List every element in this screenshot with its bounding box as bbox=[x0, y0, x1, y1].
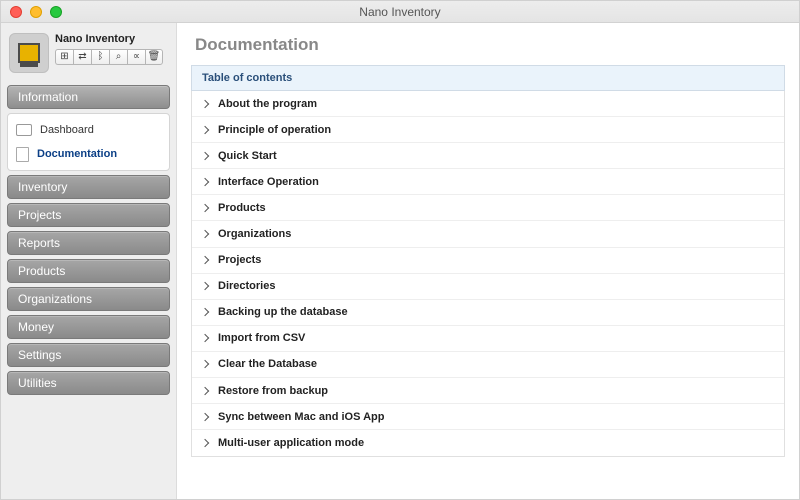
toc-label: Backing up the database bbox=[218, 306, 348, 318]
chevron-right-icon bbox=[201, 439, 209, 447]
toc-row[interactable]: About the program bbox=[192, 91, 784, 117]
chevron-right-icon bbox=[201, 282, 209, 290]
chevron-right-icon bbox=[201, 99, 209, 107]
app-body: Nano Inventory ⊞ ⇄ ᛒ ⌕ ∝ 🗑 Information Da… bbox=[1, 23, 799, 499]
search-icon[interactable]: ⌕ bbox=[109, 49, 127, 65]
toc-label: Sync between Mac and iOS App bbox=[218, 411, 384, 423]
toc-list: About the program Principle of operation Q… bbox=[191, 91, 785, 457]
chevron-right-icon bbox=[201, 151, 209, 159]
toc-row[interactable]: Principle of operation bbox=[192, 117, 784, 143]
toc-label: Directories bbox=[218, 280, 275, 292]
sidebar-section-organizations[interactable]: Organizations bbox=[7, 287, 170, 311]
toc-label: Principle of operation bbox=[218, 124, 331, 136]
page-title: Documentation bbox=[195, 35, 785, 55]
brand-row: Nano Inventory ⊞ ⇄ ᛒ ⌕ ∝ 🗑 bbox=[7, 29, 170, 75]
maximize-icon[interactable] bbox=[50, 6, 62, 18]
bluetooth-icon[interactable]: ᛒ bbox=[91, 49, 109, 65]
toc-label: Products bbox=[218, 202, 266, 214]
transfer-icon[interactable]: ⇄ bbox=[73, 49, 91, 65]
toc-label: Organizations bbox=[218, 228, 291, 240]
window-title: Nano Inventory bbox=[1, 5, 799, 19]
toc-label: Multi-user application mode bbox=[218, 437, 364, 449]
trash-icon[interactable]: 🗑 bbox=[145, 49, 163, 65]
sidebar-section-settings[interactable]: Settings bbox=[7, 343, 170, 367]
brand-name: Nano Inventory bbox=[55, 33, 163, 45]
toc-row[interactable]: Directories bbox=[192, 274, 784, 300]
sidebar-item-dashboard[interactable]: Dashboard bbox=[8, 118, 169, 142]
chevron-right-icon bbox=[201, 412, 209, 420]
sidebar-subpanel: Dashboard Documentation bbox=[7, 113, 170, 171]
document-icon bbox=[16, 147, 29, 162]
toc-label: Clear the Database bbox=[218, 358, 317, 370]
chevron-right-icon bbox=[201, 386, 209, 394]
sidebar-section-products[interactable]: Products bbox=[7, 259, 170, 283]
toc-row[interactable]: Organizations bbox=[192, 221, 784, 247]
toc-row[interactable]: Import from CSV bbox=[192, 326, 784, 352]
toc-row[interactable]: Projects bbox=[192, 248, 784, 274]
sidebar-item-label: Dashboard bbox=[40, 124, 94, 136]
toc-label: Interface Operation bbox=[218, 176, 319, 188]
sidebar-section-money[interactable]: Money bbox=[7, 315, 170, 339]
sidebar-item-documentation[interactable]: Documentation bbox=[8, 142, 169, 166]
toc-row[interactable]: Sync between Mac and iOS App bbox=[192, 404, 784, 430]
chevron-right-icon bbox=[201, 308, 209, 316]
monitor-icon bbox=[16, 124, 32, 136]
brand-toolbar: ⊞ ⇄ ᛒ ⌕ ∝ 🗑 bbox=[55, 49, 163, 65]
sidebar-section-reports[interactable]: Reports bbox=[7, 231, 170, 255]
toc-label: About the program bbox=[218, 98, 317, 110]
toc-label: Import from CSV bbox=[218, 332, 305, 344]
toc-row[interactable]: Quick Start bbox=[192, 143, 784, 169]
chevron-right-icon bbox=[201, 125, 209, 133]
toc-row[interactable]: Clear the Database bbox=[192, 352, 784, 378]
toc-row[interactable]: Backing up the database bbox=[192, 300, 784, 326]
sidebar-sections: Information Dashboard Documentation Invento… bbox=[7, 85, 170, 395]
sidebar: Nano Inventory ⊞ ⇄ ᛒ ⌕ ∝ 🗑 Information Da… bbox=[1, 23, 177, 499]
share-icon[interactable]: ∝ bbox=[127, 49, 145, 65]
close-icon[interactable] bbox=[10, 6, 22, 18]
map-icon[interactable]: ⊞ bbox=[55, 49, 73, 65]
content-area: Documentation Table of contents About th… bbox=[177, 23, 799, 499]
toc-label: Projects bbox=[218, 254, 261, 266]
chevron-right-icon bbox=[201, 178, 209, 186]
chevron-right-icon bbox=[201, 334, 209, 342]
toc-header: Table of contents bbox=[191, 65, 785, 91]
sidebar-item-label: Documentation bbox=[37, 148, 117, 160]
brand-text: Nano Inventory ⊞ ⇄ ᛒ ⌕ ∝ 🗑 bbox=[55, 33, 163, 65]
traffic-lights bbox=[10, 6, 62, 18]
toc-row[interactable]: Interface Operation bbox=[192, 169, 784, 195]
toc-row[interactable]: Restore from backup bbox=[192, 378, 784, 404]
sidebar-section-inventory[interactable]: Inventory bbox=[7, 175, 170, 199]
toc-label: Restore from backup bbox=[218, 385, 328, 397]
app-window: Nano Inventory Nano Inventory ⊞ ⇄ ᛒ ⌕ ∝ … bbox=[0, 0, 800, 500]
chevron-right-icon bbox=[201, 360, 209, 368]
sidebar-section-information[interactable]: Information bbox=[7, 85, 170, 109]
toc-label: Quick Start bbox=[218, 150, 277, 162]
titlebar: Nano Inventory bbox=[1, 1, 799, 23]
app-icon bbox=[9, 33, 49, 73]
minimize-icon[interactable] bbox=[30, 6, 42, 18]
chevron-right-icon bbox=[201, 204, 209, 212]
toc-row[interactable]: Products bbox=[192, 195, 784, 221]
chevron-right-icon bbox=[201, 230, 209, 238]
toc-row[interactable]: Multi-user application mode bbox=[192, 430, 784, 456]
chevron-right-icon bbox=[201, 256, 209, 264]
sidebar-section-projects[interactable]: Projects bbox=[7, 203, 170, 227]
sidebar-section-utilities[interactable]: Utilities bbox=[7, 371, 170, 395]
